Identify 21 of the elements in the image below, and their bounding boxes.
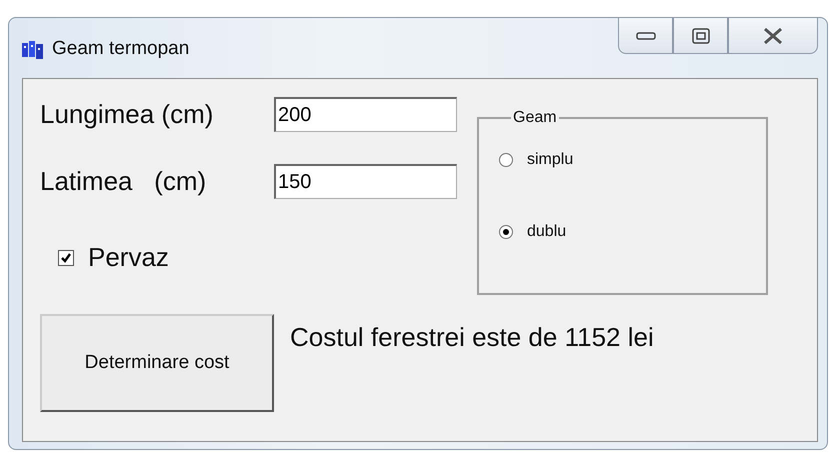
maximize-button[interactable] — [673, 17, 728, 54]
radio-button[interactable] — [499, 225, 513, 239]
minimize-icon — [636, 30, 656, 40]
maximize-icon — [692, 28, 710, 44]
close-button[interactable] — [728, 17, 818, 54]
radio-button[interactable] — [499, 153, 513, 167]
determine-cost-button[interactable]: Determinare cost — [40, 314, 274, 412]
group-title: Geam — [512, 109, 558, 127]
result-text: Costul ferestrei este de 1152 lei — [290, 321, 654, 353]
input-field[interactable]: 150 — [274, 164, 457, 199]
checkbox[interactable] — [58, 250, 74, 266]
input-field[interactable]: 200 — [274, 97, 457, 132]
close-icon — [763, 26, 783, 44]
field-label: Lungimea (cm) — [40, 99, 214, 130]
minimize-button[interactable] — [618, 17, 673, 54]
field-label: Latimea (cm) — [40, 166, 208, 197]
radio-label: simplu — [527, 151, 574, 169]
window-title: Geam termopan — [52, 38, 190, 60]
checkbox-label: Pervaz — [88, 242, 169, 273]
radio-label: dublu — [527, 223, 566, 241]
app-icon — [22, 41, 44, 59]
